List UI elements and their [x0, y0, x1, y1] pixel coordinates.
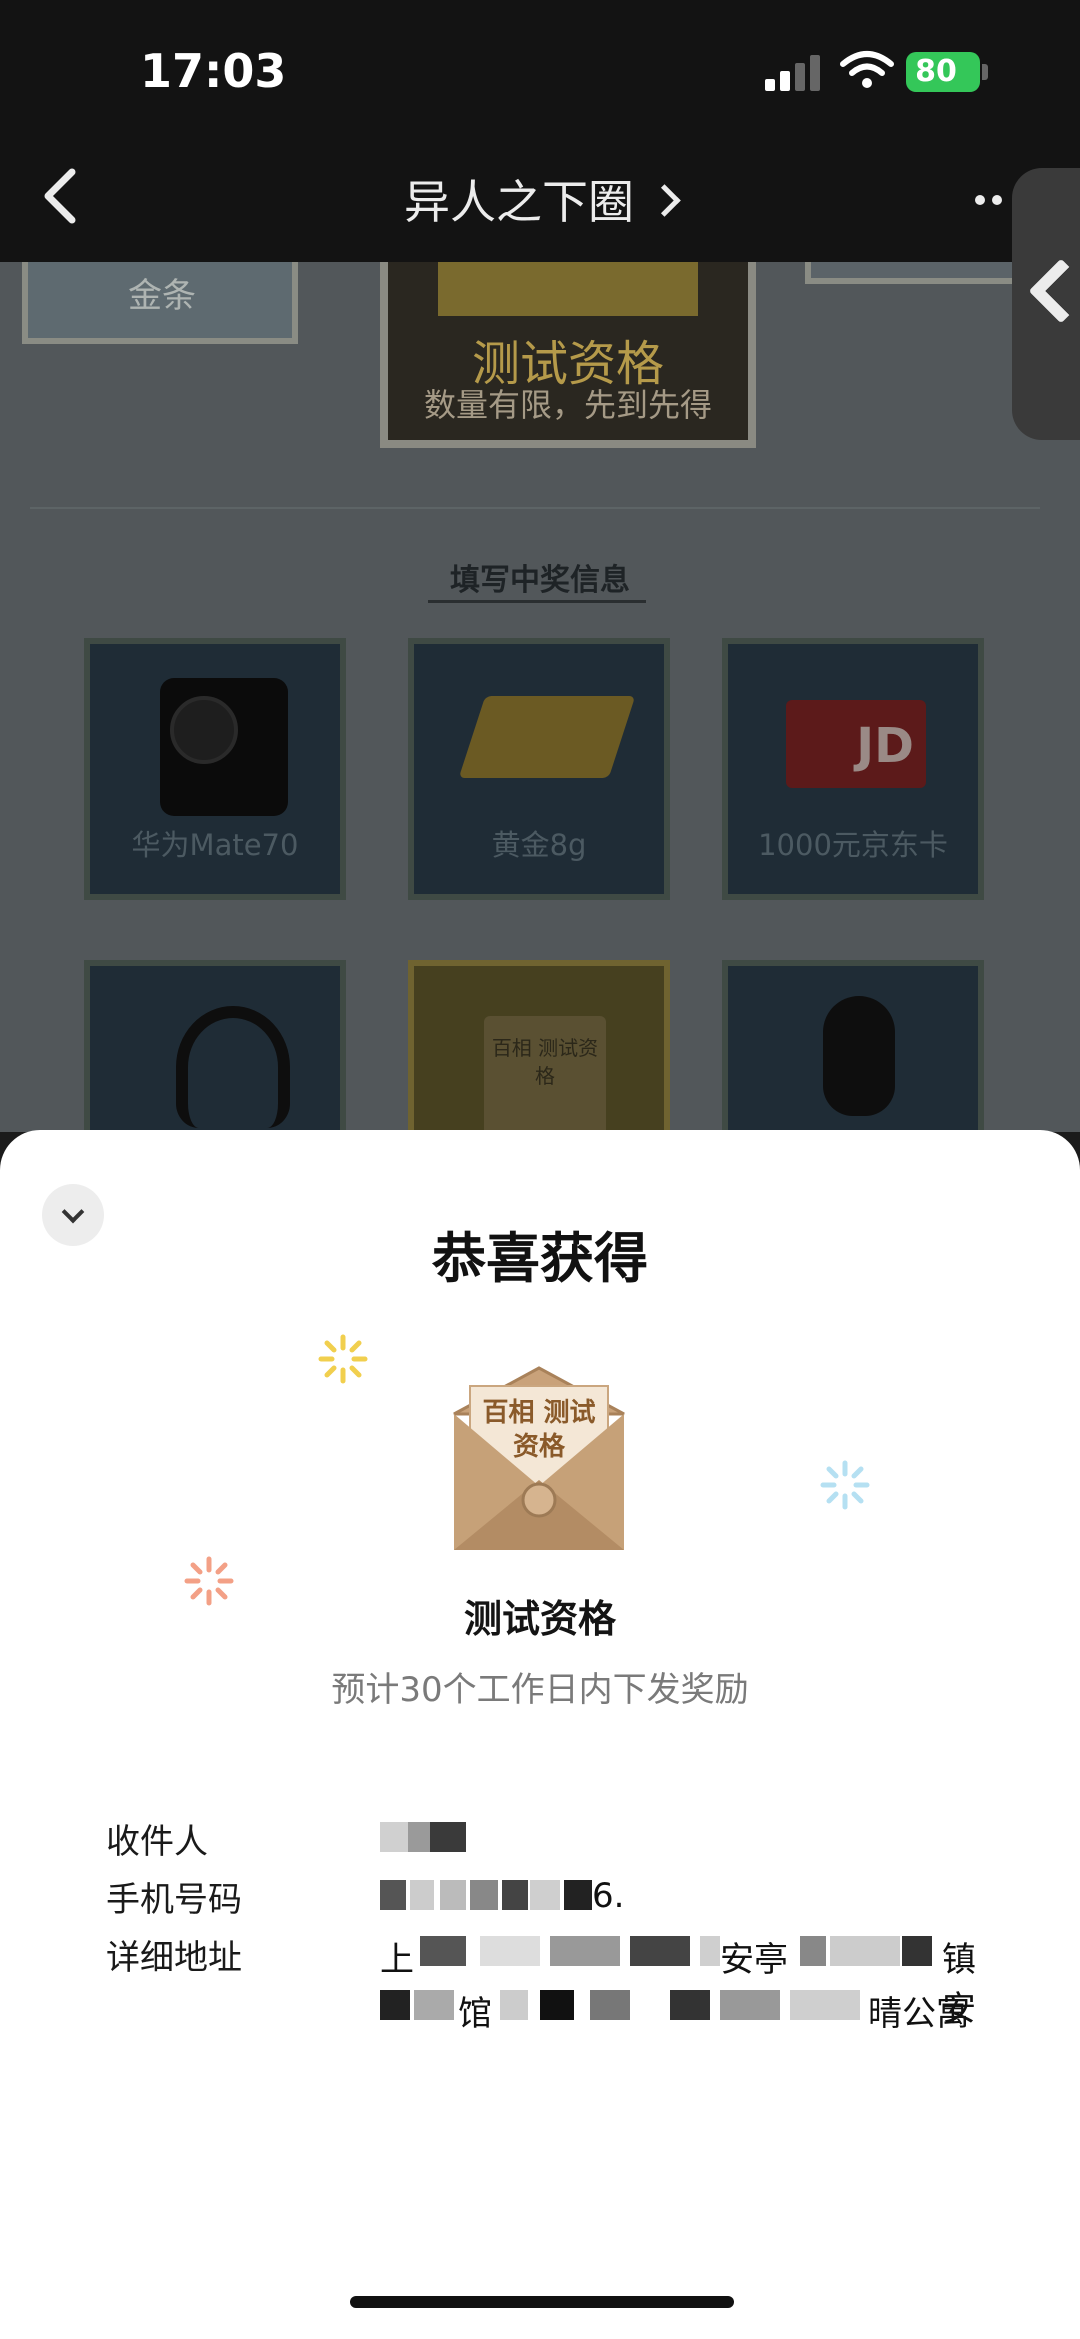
- address-line2-redacted: 馆 晴公寓: [380, 1990, 980, 2034]
- section-heading: 填写中奖信息: [450, 563, 630, 598]
- wifi-icon: [840, 51, 894, 88]
- prize-note: 预计30个工作日内下发奖励: [331, 1670, 749, 1710]
- nav-title-link[interactable]: 异人之下圈: [0, 166, 1080, 232]
- prize-tile: 华为Mate70: [84, 638, 346, 900]
- phone-label: 手机号码: [106, 1880, 242, 1920]
- more-icon[interactable]: [975, 190, 1009, 209]
- background-page: 金条 测试资格 数量有限，先到先得 填写中奖信息 华为Mate70 黄金8g J…: [0, 262, 1080, 1132]
- sparkle-icon: [820, 1460, 870, 1510]
- gold-bar-icon: [458, 696, 636, 778]
- bg-frame-right: [805, 262, 1047, 284]
- jd-card-icon: JD: [786, 700, 926, 788]
- prize-tile: [722, 960, 984, 1132]
- divider: [30, 507, 1040, 509]
- envelope-icon: 百相 测试资格: [484, 1016, 606, 1132]
- recipient-label: 收件人: [106, 1822, 208, 1862]
- address-line1-redacted: 上 安亭 镇安: [380, 1936, 980, 2029]
- phone-fragment: 6.: [592, 1876, 625, 1916]
- nav-title: 异人之下圈: [403, 175, 634, 229]
- battery-icon: 80: [906, 52, 988, 92]
- prize-name: 测试资格: [463, 1597, 616, 1641]
- prize-tile: 黄金8g: [408, 638, 670, 900]
- home-indicator: [350, 2296, 734, 2308]
- side-collapse-tab[interactable]: [1012, 168, 1080, 440]
- chevron-left-icon: [1028, 258, 1080, 324]
- status-time: 17:03: [140, 44, 287, 98]
- address-label: 详细地址: [106, 1938, 242, 1978]
- heading-underline: [428, 600, 646, 603]
- mouse-icon: [823, 996, 895, 1116]
- envelope-text: 百相 测试资格: [482, 1398, 596, 1462]
- signal-icon: [765, 55, 825, 91]
- battery-level: 80: [915, 54, 957, 89]
- headset-icon: [176, 1006, 290, 1128]
- prize-tile: JD 1000元京东卡: [722, 638, 984, 900]
- prize-sheet: 恭喜获得 百相 测试资格 测试资格 预计30个工作日内下发奖励 收件人 手机号码…: [0, 1130, 1080, 2339]
- sheet-title: 恭喜获得: [432, 1227, 648, 1290]
- chevron-right-icon: [648, 184, 681, 217]
- sparkle-icon: [318, 1334, 368, 1384]
- prize-envelope-image: 百相 测试资格: [448, 1362, 630, 1556]
- prize-tile: [84, 960, 346, 1132]
- phone-icon: [160, 678, 288, 816]
- bg-gold-frame: 金条: [22, 262, 298, 344]
- phone-value-redacted: 6.: [380, 1876, 624, 1916]
- prize-tile-selected: 百相 测试资格: [408, 960, 670, 1132]
- bg-prize-card: 测试资格 数量有限，先到先得: [380, 262, 756, 448]
- bg-card-subtitle: 数量有限，先到先得: [423, 386, 712, 424]
- top-bar: 17:03 80 异人之下圈: [0, 0, 1080, 262]
